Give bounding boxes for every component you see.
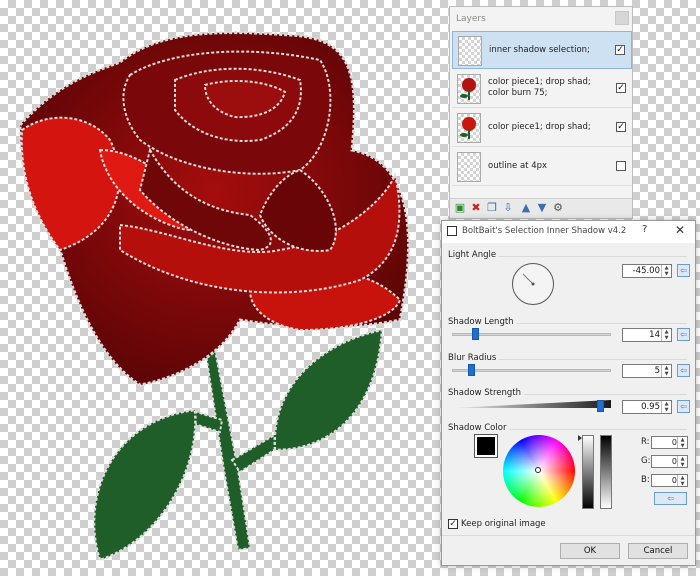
rose-artwork: [18, 31, 410, 562]
spinner-icon[interactable]: ▲ ▼: [661, 365, 671, 377]
red-label: R:: [641, 437, 650, 447]
layer-visibility-checkbox[interactable]: ✓: [615, 45, 625, 55]
layer-row[interactable]: color piece1; drop shad; color burn 75; …: [452, 70, 632, 108]
shadow-color-swatch[interactable]: [474, 434, 498, 458]
shadow-strength-reset-button[interactable]: ⇦: [677, 400, 690, 413]
green-label: G:: [641, 456, 651, 466]
add-layer-icon[interactable]: ▣: [454, 202, 466, 214]
layer-name: outline at 4px: [488, 160, 548, 171]
help-button[interactable]: ?: [642, 224, 647, 235]
dialog-titlebar[interactable]: BoltBait's Selection Inner Shadow v4.2 ?…: [442, 221, 695, 243]
layer-visibility-checkbox[interactable]: ✓: [616, 83, 626, 93]
move-up-icon[interactable]: ▲: [520, 202, 532, 214]
layer-thumbnail: [458, 36, 482, 66]
layers-panel: Layers inner shadow selection; ✓ color p…: [449, 6, 633, 219]
delete-layer-icon[interactable]: ✖: [470, 202, 482, 214]
merge-layer-icon[interactable]: ⇩: [502, 202, 514, 214]
value-bar-pointer-icon[interactable]: [578, 435, 582, 441]
spinner-icon[interactable]: ▲ ▼: [661, 265, 671, 277]
layer-name: inner shadow selection;: [489, 44, 590, 55]
shadow-length-label: Shadow Length: [448, 317, 517, 327]
spinner-icon[interactable]: ▲ ▼: [661, 401, 671, 413]
color-wheel-marker[interactable]: [535, 467, 541, 473]
blur-radius-label: Blur Radius: [448, 353, 500, 363]
layer-visibility-checkbox[interactable]: ✓: [616, 122, 626, 132]
spinner-icon[interactable]: ▲ ▼: [677, 475, 687, 487]
blur-radius-reset-button[interactable]: ⇦: [677, 364, 690, 377]
layer-row[interactable]: color piece1; drop shad; ✓: [452, 109, 632, 147]
light-angle-dial[interactable]: [512, 263, 554, 305]
shadow-color-reset-button[interactable]: ⇦: [654, 492, 687, 505]
spinner-icon[interactable]: ▲ ▼: [661, 329, 671, 341]
shadow-strength-label: Shadow Strength: [448, 388, 525, 398]
layer-name: color piece1; drop shad;: [488, 121, 591, 132]
red-input[interactable]: 0 ▲ ▼: [651, 436, 688, 449]
layer-row[interactable]: inner shadow selection; ✓: [452, 31, 632, 69]
shadow-length-reset-button[interactable]: ⇦: [677, 328, 690, 341]
shadow-strength-ramp: [452, 400, 611, 408]
blur-radius-slider-track[interactable]: [452, 369, 611, 372]
keep-original-label: Keep original image: [461, 519, 546, 529]
layer-thumbnail: [457, 152, 481, 182]
green-input[interactable]: 0 ▲ ▼: [651, 455, 688, 468]
layer-name: color piece1; drop shad; color burn 75;: [488, 77, 591, 98]
dialog-title: BoltBait's Selection Inner Shadow v4.2: [462, 226, 627, 236]
spinner-icon[interactable]: ▲ ▼: [677, 437, 687, 449]
shadow-color-label: Shadow Color: [448, 423, 510, 433]
blue-label: B:: [641, 475, 650, 485]
blue-input[interactable]: 0 ▲ ▼: [651, 474, 688, 487]
layer-thumbnail: [457, 74, 481, 104]
shadow-strength-slider-thumb[interactable]: [597, 400, 604, 412]
duplicate-layer-icon[interactable]: ❐: [486, 202, 498, 214]
layer-row[interactable]: outline at 4px: [452, 148, 632, 186]
section-divider: [442, 535, 695, 536]
spinner-icon[interactable]: ▲ ▼: [677, 456, 687, 468]
app-icon: [447, 226, 457, 236]
value-bar[interactable]: [582, 435, 594, 509]
layers-panel-title: Layers: [456, 14, 486, 24]
shadow-strength-input[interactable]: 0.95 ▲ ▼: [622, 400, 672, 414]
inner-shadow-dialog: BoltBait's Selection Inner Shadow v4.2 ?…: [441, 220, 696, 566]
image-canvas[interactable]: [0, 0, 450, 573]
blur-radius-slider-thumb[interactable]: [468, 364, 475, 376]
shadow-length-slider-thumb[interactable]: [472, 328, 479, 340]
close-button[interactable]: ✕: [675, 223, 685, 237]
light-angle-reset-button[interactable]: ⇦: [677, 264, 690, 277]
ok-button[interactable]: OK: [560, 543, 620, 559]
layer-visibility-checkbox[interactable]: [616, 161, 626, 171]
light-angle-label: Light Angle: [448, 250, 500, 260]
panel-collapse-button[interactable]: [615, 11, 629, 25]
alpha-bar[interactable]: [600, 435, 612, 509]
move-down-icon[interactable]: ▼: [536, 202, 548, 214]
properties-icon[interactable]: ⚙: [552, 202, 564, 214]
shadow-length-input[interactable]: 14 ▲ ▼: [622, 328, 672, 342]
layer-thumbnail: [457, 113, 481, 143]
cancel-button[interactable]: Cancel: [628, 543, 688, 559]
light-angle-input[interactable]: -45.00 ▲ ▼: [622, 264, 672, 278]
keep-original-checkbox[interactable]: ✓: [448, 519, 458, 529]
blur-radius-input[interactable]: 5 ▲ ▼: [622, 364, 672, 378]
layers-toolbar: ▣ ✖ ❐ ⇩ ▲ ▼ ⚙: [450, 198, 632, 218]
